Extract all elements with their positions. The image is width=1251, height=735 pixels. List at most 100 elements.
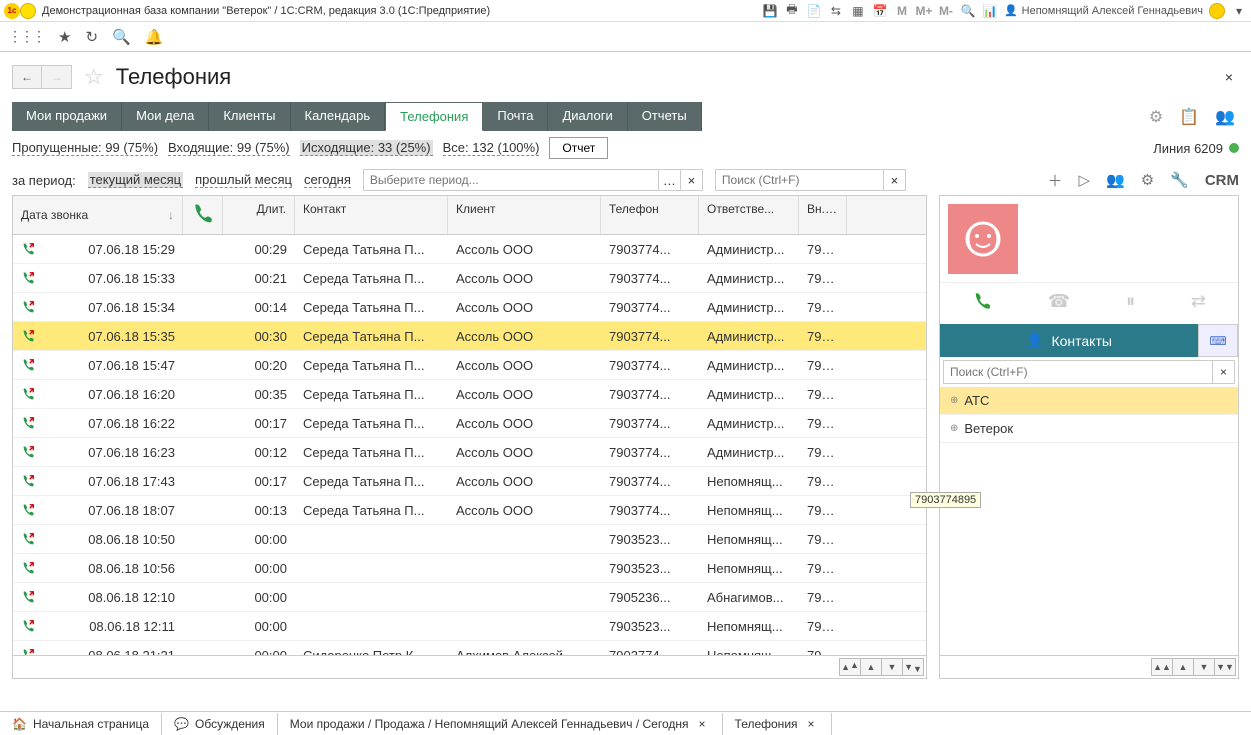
period-clear-button[interactable]: × [681,169,703,191]
tab-Календарь[interactable]: Календарь [291,102,386,131]
expand-icon[interactable]: ⊕ [950,423,958,434]
table-row[interactable]: 07.06.18 15:3400:14Середа Татьяна П...Ас… [13,293,926,322]
hold-button[interactable]: ⏸ [1126,291,1135,316]
table-row[interactable]: 07.06.18 16:2200:17Середа Татьяна П...Ас… [13,409,926,438]
col-duration[interactable]: Длит. [223,196,295,234]
nav-last[interactable]: ▼▼ [902,658,924,676]
side-nav-last[interactable]: ▼▼ [1214,658,1236,676]
history-icon[interactable]: ↻ [85,28,98,46]
info-icon[interactable] [1209,3,1225,19]
tab-Мои продажи[interactable]: Мои продажи [12,102,122,131]
table-row[interactable]: 07.06.18 15:4700:20Середа Татьяна П...Ас… [13,351,926,380]
table-row[interactable]: 07.06.18 15:2900:29Середа Татьяна П...Ас… [13,235,926,264]
period-prev[interactable]: прошлый месяц [195,172,292,188]
table-row[interactable]: 08.06.18 10:5000:007903523...Непомнящ...… [13,525,926,554]
period-more-button[interactable]: … [659,169,681,191]
nav-down[interactable]: ▼ [881,658,903,676]
all-link[interactable]: Все: 132 (100%) [443,140,540,156]
tab-Почта[interactable]: Почта [483,102,548,131]
incoming-link[interactable]: Входящие: 99 (75%) [168,140,290,156]
close-page-button[interactable]: × [1225,69,1239,85]
transfer-button[interactable]: ⇄ [1191,291,1206,316]
side-nav-first[interactable]: ▲▲ [1151,658,1173,676]
table-row[interactable]: 08.06.18 12:1100:007903523...Непомнящ...… [13,612,926,641]
tab-Клиенты[interactable]: Клиенты [209,102,290,131]
bottom-tab[interactable]: 💬Обсуждения [162,713,278,735]
gear-icon[interactable]: ⚙ [1141,171,1154,189]
search-icon[interactable]: 🔍 [112,28,131,46]
tab-Телефония[interactable]: Телефония [385,102,483,131]
favorite-star-icon[interactable]: ☆ [84,64,104,90]
table-row[interactable]: 07.06.18 16:2000:35Середа Татьяна П...Ас… [13,380,926,409]
dropdown-icon[interactable]: ▾ [1231,3,1247,19]
col-internal[interactable]: Вн. ... [799,196,847,234]
nav-first[interactable]: ▲▲ [839,658,861,676]
expand-icon[interactable]: ⊕ [950,395,958,406]
wrench-icon[interactable]: 🔧 [1170,171,1189,189]
table-row[interactable]: 07.06.18 15:3500:30Середа Татьяна П...Ас… [13,322,926,351]
tab-Отчеты[interactable]: Отчеты [628,102,702,131]
play-icon[interactable]: ▷ [1078,171,1090,189]
side-nav-down[interactable]: ▼ [1193,658,1215,676]
table-row[interactable]: 08.06.18 10:5600:007903523...Непомнящ...… [13,554,926,583]
app-menu-icon[interactable] [20,3,36,19]
tree-item[interactable]: ⊕Ветерок [940,415,1238,443]
table-row[interactable]: 07.06.18 18:0700:13Середа Татьяна П...Ас… [13,496,926,525]
nav-up[interactable]: ▲ [860,658,882,676]
bottom-tab[interactable]: Телефония× [723,713,832,735]
table-row[interactable]: 07.06.18 17:4300:17Середа Татьяна П...Ас… [13,467,926,496]
m-icon[interactable]: M [894,3,910,19]
back-button[interactable]: ← [12,65,42,89]
compare-icon[interactable]: ⇆ [828,3,844,19]
search-clear-button[interactable]: × [884,169,906,191]
tab-Диалоги[interactable]: Диалоги [548,102,627,131]
user-menu[interactable]: 👤 Непомнящий Алексей Геннадьевич [1004,4,1203,17]
forward-button[interactable]: → [42,65,72,89]
tab-Мои дела[interactable]: Мои дела [122,102,209,131]
bottom-tab[interactable]: 🏠Начальная страница [0,713,162,735]
star-icon[interactable]: ★ [58,28,71,46]
calendar-icon[interactable]: 📅 [872,3,888,19]
side-search-clear[interactable]: × [1212,361,1234,383]
col-responsible[interactable]: Ответстве... [699,196,799,234]
outgoing-link[interactable]: Исходящие: 33 (25%) [300,140,433,156]
table-row[interactable]: 07.06.18 15:3300:21Середа Татьяна П...Ас… [13,264,926,293]
grid-icon[interactable]: ▦ [850,3,866,19]
report-button[interactable]: Отчет [549,137,608,159]
tree-item[interactable]: ⊕АТС [940,387,1238,415]
table-row[interactable]: 08.06.18 12:1000:007905236...Абнагимов..… [13,583,926,612]
apps-icon[interactable]: ⋮⋮⋮ [8,28,44,45]
col-contact[interactable]: Контакт [295,196,448,234]
zoom-icon[interactable]: 🔍 [960,3,976,19]
m-minus-icon[interactable]: M- [938,3,954,19]
add-icon[interactable]: ＋ [1047,170,1062,191]
period-today[interactable]: сегодня [304,172,351,188]
crm-link[interactable]: CRM [1205,172,1239,189]
table-row[interactable]: 07.06.18 16:2300:12Середа Татьяна П...Ас… [13,438,926,467]
search-input[interactable] [715,169,884,191]
hangup-button[interactable]: ☎ [1048,291,1070,316]
group-icon[interactable]: 👥 [1215,107,1235,127]
col-date[interactable]: Дата звонка↓ [13,196,183,234]
bottom-tab[interactable]: Мои продажи / Продажа / Непомнящий Алекс… [278,713,723,735]
contacts-tab[interactable]: 👤 Контакты [940,324,1198,357]
m-plus-icon[interactable]: M+ [916,3,932,19]
users-icon[interactable]: 👥 [1106,171,1125,189]
col-client[interactable]: Клиент [448,196,601,234]
stats-icon[interactable]: 📊 [982,3,998,19]
missed-link[interactable]: Пропущенные: 99 (75%) [12,140,158,156]
close-tab-icon[interactable]: × [695,717,710,731]
save-icon[interactable]: 💾 [762,3,778,19]
settings-icon[interactable]: ⚙ [1149,107,1163,127]
close-tab-icon[interactable]: × [804,717,819,731]
period-current[interactable]: текущий месяц [88,172,183,188]
table-row[interactable]: 08.06.18 21:2100:00Сидоренко Петр К...Ал… [13,641,926,655]
print-icon[interactable]: 🖶 [784,3,800,19]
col-phone[interactable]: Телефон [601,196,699,234]
period-input[interactable] [363,169,659,191]
bell-icon[interactable]: 🔔 [145,28,164,46]
col-direction[interactable] [183,196,223,234]
call-button[interactable] [972,291,992,316]
doc-icon[interactable]: 📄 [806,3,822,19]
side-nav-up[interactable]: ▲ [1172,658,1194,676]
